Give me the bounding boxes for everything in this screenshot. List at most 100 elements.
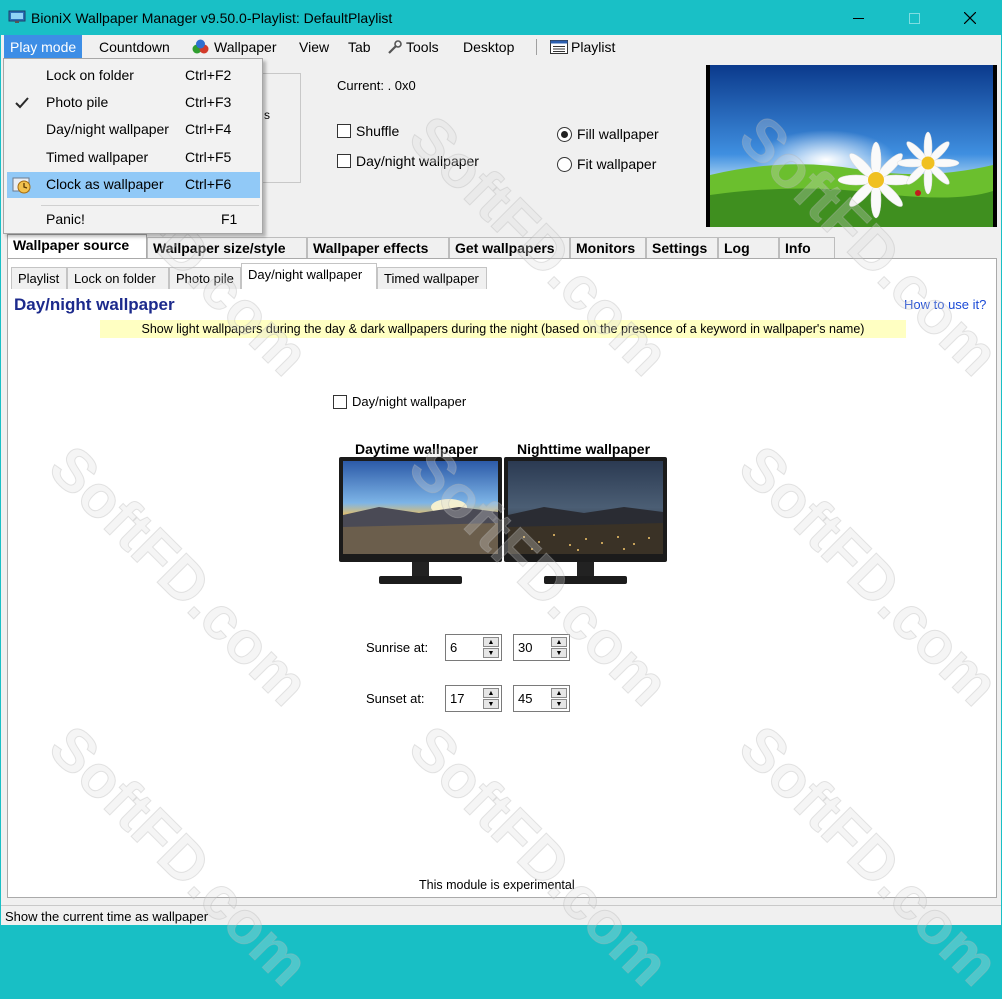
menu-item-clock-as-wallpaper[interactable]: Clock as wallpaper Ctrl+F6 — [7, 172, 260, 198]
photo-pile-label: Photo pile — [46, 94, 109, 110]
fill-label: Fill wallpaper — [577, 126, 659, 142]
daynight-check-box[interactable] — [337, 154, 351, 168]
maximize-icon — [908, 12, 920, 24]
menu-item-photo-pile[interactable]: Photo pile Ctrl+F3 — [7, 90, 260, 116]
sunset-minute-stepper[interactable]: 45 ▲ ▼ — [513, 685, 570, 712]
tab-wallpaper-source[interactable]: Wallpaper source — [7, 234, 147, 258]
menu-item-lock-on-folder[interactable]: Lock on folder Ctrl+F2 — [7, 63, 260, 89]
menu-playlist-label: Playlist — [571, 39, 616, 55]
shuffle-check-box[interactable] — [337, 124, 351, 138]
sunrise-minute-arrows: ▲ ▼ — [551, 637, 567, 658]
current-resolution: Current: . 0x0 — [337, 78, 416, 93]
subtab-lock-label: Lock on folder — [74, 271, 156, 286]
maximize-button[interactable] — [891, 1, 937, 35]
title-bar[interactable]: BioniX Wallpaper Manager v9.50.0-Playlis… — [1, 1, 1001, 35]
spin-down-icon[interactable]: ▼ — [551, 699, 567, 709]
menu-item-day-night-wallpaper[interactable]: Day/night wallpaper Ctrl+F4 — [7, 117, 260, 143]
subtab-lock-on-folder[interactable]: Lock on folder — [67, 267, 169, 289]
sunrise-minute-value[interactable]: 30 — [518, 640, 532, 655]
lock-on-folder-shortcut: Ctrl+F2 — [185, 67, 232, 83]
tab-settings[interactable]: Settings — [646, 237, 718, 258]
menu-tab[interactable]: Tab — [342, 35, 377, 59]
menu-playlist[interactable]: Playlist — [544, 35, 621, 59]
tab-size-style-label: Wallpaper size/style — [153, 240, 286, 256]
sunrise-hour-arrows: ▲ ▼ — [483, 637, 499, 658]
spin-down-icon[interactable]: ▼ — [483, 699, 499, 709]
spin-down-icon[interactable]: ▼ — [551, 648, 567, 658]
minimize-icon — [852, 17, 864, 19]
daynight-enable-check-box[interactable] — [333, 394, 347, 409]
menu-wallpaper-label: Wallpaper — [214, 39, 277, 55]
lock-on-folder-label: Lock on folder — [46, 67, 134, 83]
spin-up-icon[interactable]: ▲ — [483, 688, 499, 698]
app-window: BioniX Wallpaper Manager v9.50.0-Playlis… — [0, 0, 1002, 999]
daytime-monitor-preview[interactable] — [339, 457, 502, 590]
tab-monitors[interactable]: Monitors — [570, 237, 646, 258]
fit-wallpaper-radio[interactable]: Fit wallpaper — [557, 156, 656, 172]
subtab-timed-label: Timed wallpaper — [384, 271, 479, 286]
menu-play-mode[interactable]: Play mode — [4, 35, 83, 59]
spin-up-icon[interactable]: ▲ — [551, 637, 567, 647]
subtab-day-night-wallpaper[interactable]: Day/night wallpaper — [241, 263, 377, 289]
daynight-top-label: Day/night wallpaper — [356, 153, 479, 169]
main-tab-row: Wallpaper source Wallpaper size/style Wa… — [7, 234, 1001, 258]
subtab-day-night-label: Day/night wallpaper — [248, 267, 363, 282]
menu-wallpaper[interactable]: Wallpaper — [185, 35, 283, 59]
tab-get-wallpapers[interactable]: Get wallpapers — [449, 237, 570, 258]
timed-wallpaper-label: Timed wallpaper — [46, 149, 149, 165]
daynight-page: Day/night wallpaper How to use it? Show … — [8, 289, 996, 895]
subtab-timed-wallpaper[interactable]: Timed wallpaper — [377, 267, 487, 289]
nighttime-monitor-preview[interactable] — [504, 457, 667, 590]
menu-desktop[interactable]: Desktop — [457, 35, 520, 59]
photo-pile-shortcut: Ctrl+F3 — [185, 94, 232, 110]
minimize-button[interactable] — [835, 1, 881, 35]
menu-view[interactable]: View — [293, 35, 335, 59]
spin-down-icon[interactable]: ▼ — [483, 648, 499, 658]
menu-play-mode-label: Play mode — [10, 39, 77, 55]
fill-radio-button[interactable] — [557, 126, 572, 142]
daynight-enable-checkbox[interactable]: Day/night wallpaper — [333, 394, 466, 409]
fit-label: Fit wallpaper — [577, 156, 657, 172]
tab-log[interactable]: Log — [718, 237, 779, 258]
shuffle-label: Shuffle — [356, 123, 400, 139]
sunrise-minute-stepper[interactable]: 30 ▲ ▼ — [513, 634, 570, 661]
tab-wallpaper-size-style[interactable]: Wallpaper size/style — [147, 237, 307, 258]
menu-tools[interactable]: Tools — [381, 35, 445, 59]
daytime-wallpaper-label: Daytime wallpaper — [355, 441, 478, 457]
spin-up-icon[interactable]: ▲ — [551, 688, 567, 698]
window-title: BioniX Wallpaper Manager v9.50.0-Playlis… — [31, 10, 393, 26]
daynight-checkbox[interactable]: Day/night wallpaper — [337, 153, 479, 169]
menu-item-panic[interactable]: Panic! F1 — [7, 207, 260, 233]
sunset-hour-stepper[interactable]: 17 ▲ ▼ — [445, 685, 502, 712]
subtab-photo-pile[interactable]: Photo pile — [169, 267, 241, 289]
menu-item-timed-wallpaper[interactable]: Timed wallpaper Ctrl+F5 — [7, 145, 260, 171]
fill-wallpaper-radio[interactable]: Fill wallpaper — [557, 126, 659, 142]
menu-desktop-label: Desktop — [463, 39, 515, 55]
menu-tab-label: Tab — [348, 39, 371, 55]
daynight-enable-label: Day/night wallpaper — [352, 394, 467, 409]
tab-info[interactable]: Info — [779, 237, 835, 258]
tab-wallpaper-effects[interactable]: Wallpaper effects — [307, 237, 449, 258]
spin-up-icon[interactable]: ▲ — [483, 637, 499, 647]
close-button[interactable] — [947, 1, 993, 35]
tab-monitors-label: Monitors — [576, 240, 636, 256]
status-text: Show the current time as wallpaper — [5, 909, 209, 924]
panic-label: Panic! — [46, 211, 85, 227]
sunrise-hour-stepper[interactable]: 6 ▲ ▼ — [445, 634, 502, 661]
menu-countdown-label: Countdown — [99, 39, 170, 55]
clock-icon — [12, 177, 31, 194]
fit-radio-button[interactable] — [557, 156, 572, 172]
menu-countdown[interactable]: Countdown — [93, 35, 176, 59]
sunrise-hour-value[interactable]: 6 — [450, 640, 457, 655]
clock-as-wallpaper-shortcut: Ctrl+F6 — [185, 176, 232, 192]
sunset-hour-value[interactable]: 17 — [450, 691, 464, 706]
how-to-use-link[interactable]: How to use it? — [904, 297, 986, 312]
shuffle-checkbox[interactable]: Shuffle — [337, 123, 399, 139]
sunset-minute-value[interactable]: 45 — [518, 691, 532, 706]
close-icon — [964, 12, 976, 24]
subtab-playlist[interactable]: Playlist — [11, 267, 67, 289]
panic-shortcut: F1 — [221, 211, 238, 227]
menu-separator — [41, 205, 259, 206]
status-bar: Show the current time as wallpaper — [1, 905, 1001, 925]
timed-wallpaper-shortcut: Ctrl+F5 — [185, 149, 232, 165]
